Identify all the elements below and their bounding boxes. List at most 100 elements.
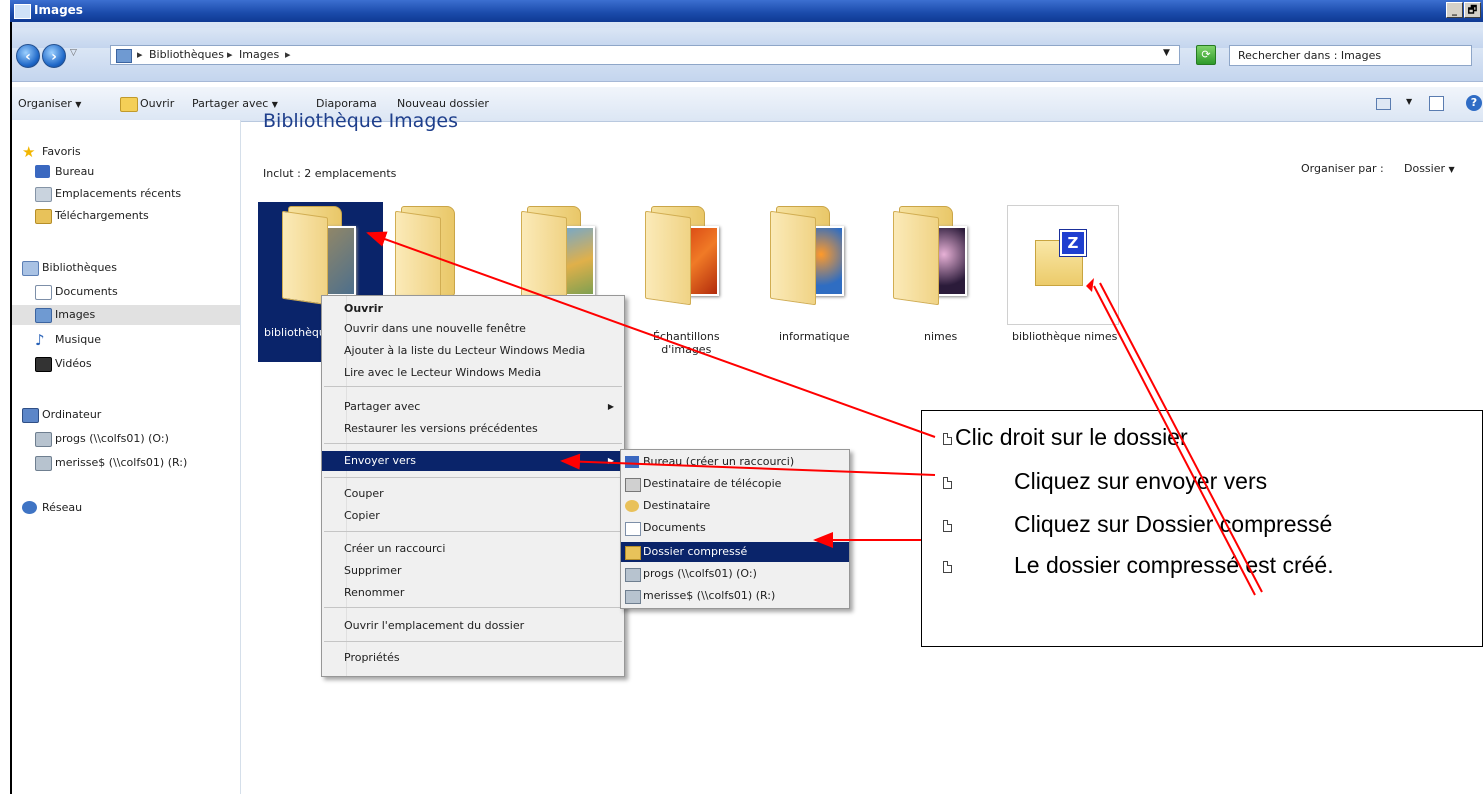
menu-cut[interactable]: Couper (322, 484, 624, 504)
view-options-icon[interactable] (1376, 98, 1391, 110)
nav-drive-merisse[interactable]: merisse$ (\\colfs01) (R:) (12, 453, 240, 473)
folder-icon[interactable] (631, 206, 731, 306)
menu-properties[interactable]: Propriétés (322, 648, 624, 668)
menu-separator (324, 477, 622, 478)
folder-label: bibliothèqu (264, 326, 326, 339)
folder-label: Échantillons d'images (653, 330, 720, 356)
network-drive-icon (625, 590, 641, 604)
nav-recent[interactable]: Emplacements récents (12, 184, 240, 204)
menu-create-shortcut[interactable]: Créer un raccourci (322, 539, 624, 559)
organize-label: Organiser (18, 97, 72, 110)
menu-label: Documents (643, 521, 706, 534)
recent-pages-chevron-icon[interactable]: ▽ (70, 48, 77, 58)
folder-label: nimes (924, 330, 958, 343)
menu-open-location[interactable]: Ouvrir l'emplacement du dossier (322, 616, 624, 636)
maximize-button[interactable]: 🗗 (1464, 2, 1481, 18)
sendto-desktop[interactable]: Bureau (créer un raccourci) (621, 452, 849, 472)
view-chevron-icon[interactable]: ▼ (1406, 97, 1412, 106)
sendto-fax[interactable]: Destinataire de télécopie (621, 474, 849, 494)
menu-send-to[interactable]: Envoyer vers ▶ (322, 451, 624, 471)
sendto-progs[interactable]: progs (\\colfs01) (O:) (621, 564, 849, 584)
new-folder-button[interactable]: Nouveau dossier (397, 97, 489, 110)
forward-icon[interactable]: › (42, 44, 66, 68)
nav-videos[interactable]: Vidéos (12, 354, 240, 374)
nav-downloads[interactable]: Téléchargements (12, 206, 240, 226)
search-input[interactable]: Rechercher dans : Images (1229, 45, 1472, 66)
menu-separator (324, 607, 622, 608)
folder-icon[interactable] (381, 206, 481, 306)
breadcrumb-libraries[interactable]: Bibliothèques (149, 48, 224, 61)
sendto-mail[interactable]: Destinataire (621, 496, 849, 516)
folder-label: bibliothèque nimes (1012, 330, 1118, 343)
menu-label: Envoyer vers (344, 454, 416, 467)
breadcrumb-sep-icon: ▸ (137, 48, 143, 61)
menu-play-wmp[interactable]: Lire avec le Lecteur Windows Media (322, 363, 624, 383)
nav-computer[interactable]: Ordinateur (12, 405, 240, 425)
folder-icon[interactable] (756, 206, 856, 306)
star-icon: ★ (22, 143, 36, 161)
nav-documents[interactable]: Documents (12, 282, 240, 302)
sendto-merisse[interactable]: merisse$ (\\colfs01) (R:) (621, 586, 849, 606)
share-button[interactable]: Partager avec ▼ (192, 97, 278, 110)
back-icon[interactable]: ‹ (16, 44, 40, 68)
refresh-icon[interactable]: ⟳ (1196, 45, 1216, 65)
fax-icon (625, 478, 641, 492)
menu-label: Ouvrir dans une nouvelle fenêtre (344, 322, 526, 335)
documents-icon (35, 285, 52, 300)
minimize-button[interactable]: _ (1446, 2, 1463, 18)
network-drive-icon (35, 432, 52, 447)
breadcrumb-sep-icon: ▸ (285, 48, 291, 61)
menu-copy[interactable]: Copier (322, 506, 624, 526)
organize-button[interactable]: Organiser ▼ (18, 97, 81, 110)
nav-images[interactable]: Images (12, 305, 240, 325)
library-icon (116, 49, 132, 63)
arrange-by-dropdown[interactable]: Dossier ▼ (1404, 162, 1455, 175)
address-dropdown-icon[interactable]: ▼ (1163, 48, 1170, 58)
menu-open-new-window[interactable]: Ouvrir dans une nouvelle fenêtre (322, 319, 624, 339)
menu-rename[interactable]: Renommer (322, 583, 624, 603)
chevron-down-icon: ▼ (1448, 165, 1455, 174)
menu-delete[interactable]: Supprimer (322, 561, 624, 581)
zip-folder-tile[interactable]: Z (1007, 205, 1119, 325)
network-drive-icon (35, 456, 52, 471)
nav-music[interactable]: ♪ Musique (12, 330, 240, 350)
menu-separator (324, 386, 622, 387)
folder-icon[interactable] (879, 206, 979, 306)
sendto-documents[interactable]: Documents (621, 518, 849, 538)
zip-folder-icon (625, 546, 641, 560)
title-bar: Images _ 🗗 (10, 0, 1483, 22)
sendto-compressed-folder[interactable]: Dossier compressé (621, 542, 849, 562)
nav-desktop[interactable]: Bureau (12, 162, 240, 182)
nav-drive-progs-label: progs (\\colfs01) (O:) (55, 432, 169, 445)
zip-badge-icon: Z (1060, 230, 1086, 256)
menu-label: Ajouter à la liste du Lecteur Windows Me… (344, 344, 586, 357)
nav-images-label: Images (55, 308, 96, 321)
open-button[interactable]: Ouvrir (140, 97, 174, 110)
libraries-icon (22, 261, 39, 276)
callout-line: Cliquez sur Dossier compressé (1014, 511, 1333, 537)
videos-icon (35, 357, 52, 372)
folder-label: informatique (779, 330, 850, 343)
menu-separator (324, 641, 622, 642)
menu-share-with[interactable]: Partager avec ▶ (322, 397, 624, 417)
menu-restore-versions[interactable]: Restaurer les versions précédentes (322, 419, 624, 439)
menu-open[interactable]: Ouvrir (322, 299, 624, 319)
breadcrumb-images[interactable]: Images (239, 48, 279, 61)
nav-drive-progs[interactable]: progs (\\colfs01) (O:) (12, 429, 240, 449)
menu-label: Créer un raccourci (344, 542, 446, 555)
folder-icon[interactable] (507, 206, 607, 306)
library-includes-label: Inclut : 2 emplacements (263, 167, 397, 180)
page-bullet-icon (943, 433, 952, 445)
nav-network[interactable]: Réseau (12, 498, 240, 518)
nav-libraries[interactable]: Bibliothèques (12, 258, 240, 278)
breadcrumb[interactable]: ▸ Bibliothèques ▸ Images ▸ ▼ (110, 45, 1180, 65)
menu-separator (324, 443, 622, 444)
slideshow-button[interactable]: Diaporama (316, 97, 377, 110)
preview-pane-icon[interactable] (1429, 96, 1444, 111)
help-icon[interactable]: ? (1466, 95, 1482, 111)
nav-favorites[interactable]: ★ Favoris (12, 142, 240, 162)
menu-add-wmp-list[interactable]: Ajouter à la liste du Lecteur Windows Me… (322, 341, 624, 361)
library-includes[interactable]: Inclut : 2 emplacements (263, 167, 396, 180)
nav-recent-label: Emplacements récents (55, 187, 182, 200)
nav-favorites-label: Favoris (42, 145, 81, 158)
